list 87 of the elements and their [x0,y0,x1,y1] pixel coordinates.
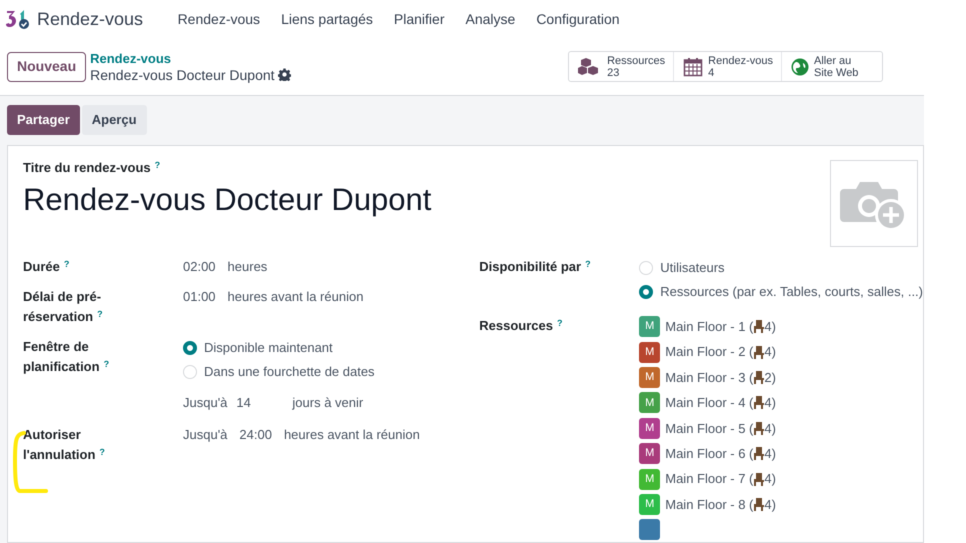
field-value[interactable]: heures avant la réunion [284,425,420,465]
globe-icon [791,58,809,76]
menu-item[interactable]: Rendez-vous [167,8,271,30]
smart-button[interactable]: Rendez-vous 4 [673,52,781,81]
resource-avatar: M [639,316,660,338]
smart-button-label: Rendez-vous [708,54,773,66]
app-logo-icon[interactable] [6,8,30,30]
radio-label[interactable]: Dans une fourchette de dates [204,362,375,382]
radio-label[interactable]: Disponible maintenant [204,338,333,358]
field-label: Ressources $^{?}$ [479,318,562,333]
resource-capacity: 4) [764,470,776,488]
resource-capacity: 4) [764,394,776,412]
tab-button[interactable]: Partager [7,105,80,135]
resource-name[interactable]: Main Floor - 1 ( [665,316,754,336]
help-tooltip-icon[interactable]: ? [99,446,105,456]
field-label: Autoriser l'annulation $^{?}$ [23,427,105,462]
radio-button[interactable] [183,340,197,354]
smart-button[interactable]: Ressources 23 [569,52,674,81]
chair-icon [753,396,764,410]
field-value[interactable]: Jusqu'à [183,425,228,465]
app-name[interactable]: Rendez-vous [37,6,144,32]
help-tooltip-icon[interactable]: ? [64,258,70,268]
resource-avatar: M [639,392,660,414]
resource-name[interactable]: Main Floor - 4 ( [665,393,754,413]
title-label: Titre du rendez-vous $^{?}$ [23,160,162,176]
field-value[interactable]: heures avant la réunion [228,287,364,327]
resource-avatar: M [639,494,660,515]
chair-icon [753,346,764,359]
resource-capacity: 4) [764,420,776,438]
resource-avatar: M [639,468,660,490]
menu-item[interactable]: Planifier [383,8,455,30]
field-value: jours à venir [292,394,364,412]
resource-capacity: 4) [764,343,776,362]
resource-name[interactable]: Main Floor - 5 ( [665,418,754,438]
resource-capacity: 4) [764,444,776,463]
help-tooltip-icon[interactable]: ? [104,358,110,368]
chair-icon [753,320,764,334]
field-label: Délai de pré-réservation $^{?}$ [23,289,103,324]
chair-icon [753,498,764,511]
menu-item[interactable]: Liens partagés [270,8,384,30]
field-label: Disponibilité par $^{?}$ [479,259,591,274]
resource-name[interactable]: Main Floor - 3 ( [665,368,754,388]
resource-avatar: M [639,342,660,363]
resource-avatar: M [639,366,660,388]
menu-item[interactable]: Configuration [526,8,630,30]
settings-icon[interactable] [278,68,291,81]
field-value[interactable]: 02:00 [183,257,216,277]
resource-name[interactable]: Main Floor - 7 ( [665,469,754,489]
help-tooltip-icon[interactable]: ? [556,318,562,328]
field-value[interactable]: 14 [236,393,292,413]
field-value: Jusqu'à [183,394,228,412]
record-name: Rendez-vous Docteur Dupont [90,66,275,82]
resource-name[interactable]: Main Floor - 8 ( [665,494,754,514]
resource-capacity: 4) [764,318,776,336]
radio-label[interactable]: Utilisateurs [660,258,725,278]
resource-name[interactable]: Main Floor - 2 ( [665,342,754,362]
chair-icon [753,472,764,486]
smart-button-value: Site Web [814,66,858,78]
help-tooltip-icon[interactable]: ? [97,308,103,318]
field-value[interactable]: 01:00 [183,287,216,327]
chair-icon [753,422,764,435]
chair-icon [753,447,764,460]
menu-item[interactable]: Analyse [455,8,526,30]
resource-capacity: 4) [764,496,776,514]
field-value[interactable]: 24:00 [239,425,272,465]
field-label: Durée $^{?}$ [23,259,70,274]
radio-button[interactable] [639,284,654,298]
smart-button-label: Ressources [607,54,666,66]
resource-capacity: 2) [764,368,776,387]
smart-button-value: 4 [708,66,716,78]
record-title: Rendez-vous Docteur Dupont [23,181,432,219]
help-tooltip-icon[interactable]: ? [154,160,160,170]
smart-button-label: Aller au [814,54,852,66]
resource-name[interactable]: Main Floor - 6 ( [665,444,754,464]
smart-button-value: 23 [607,66,620,78]
field-label: Fenêtre de planification $^{?}$ [23,339,110,374]
chair-icon [753,370,764,384]
help-tooltip-icon[interactable]: ? [585,258,591,268]
radio-label[interactable]: Ressources (par ex. Tables, courts, salles, ...) [660,282,923,302]
field-value[interactable]: heures [228,257,268,277]
tab-button[interactable]: Aperçu [82,105,147,135]
resource-avatar: M [639,443,660,464]
new-button[interactable]: Nouveau [7,52,86,82]
smart-button[interactable]: Aller au Site Web [781,52,882,81]
calendar-icon [683,56,704,76]
resource-avatar: M [639,418,660,439]
breadcrumb-link[interactable]: Rendez-vous [90,50,291,66]
